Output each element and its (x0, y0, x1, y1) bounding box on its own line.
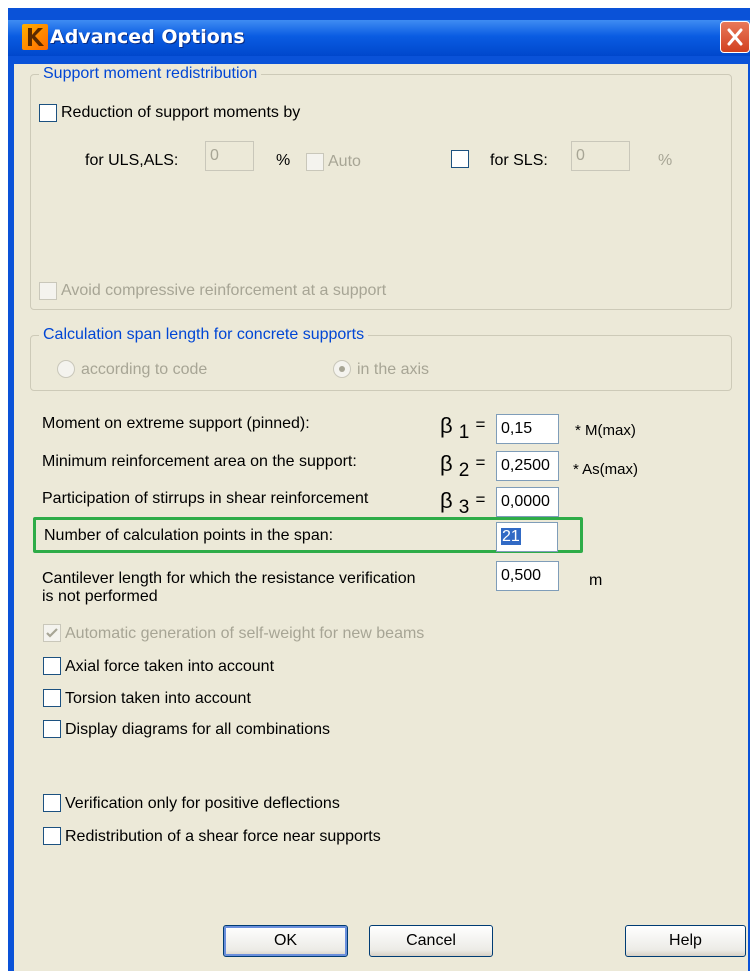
cancel-button[interactable]: Cancel (369, 925, 493, 957)
beta3-sub: 3 (458, 497, 470, 518)
moment-extreme-support-label: Moment on extreme support (pinned): (42, 415, 310, 432)
min-reinforcement-label: Minimum reinforcement area on the suppor… (42, 453, 357, 470)
beta1-input[interactable]: 0,15 (496, 414, 559, 444)
beta2-symbol: β 2 = (440, 451, 485, 483)
cantilever-input[interactable]: 0,500 (496, 561, 559, 591)
radio-according-to-code-label: according to code (81, 361, 208, 378)
selfweight-checkbox[interactable] (43, 624, 61, 642)
uls-label: for ULS,ALS: (85, 152, 179, 169)
beta1-char: β (440, 413, 453, 438)
span-length-group-legend: Calculation span length for concrete sup… (39, 326, 369, 344)
sls-unit: % (658, 152, 673, 169)
cantilever-label: Cantilever length for which the resistan… (42, 570, 416, 587)
sls-checkbox[interactable] (451, 150, 469, 168)
beta1-sub: 1 (458, 422, 470, 443)
beta2-unit: * As(max) (573, 461, 639, 478)
beta3-symbol: β 3 = (440, 488, 485, 520)
calc-points-value: 21 (501, 528, 521, 545)
stirrups-label: Participation of stirrups in shear reinf… (42, 490, 369, 507)
radio-in-the-axis[interactable] (333, 360, 351, 378)
verification-positive-checkbox[interactable] (43, 794, 61, 812)
checkmark-icon (46, 628, 58, 638)
help-button[interactable]: Help (625, 925, 746, 957)
beta3-eq: = (475, 490, 486, 509)
axial-force-label: Axial force taken into account (65, 658, 275, 675)
avoid-compressive-checkbox[interactable] (39, 282, 57, 300)
beta3-input[interactable]: 0,0000 (496, 487, 559, 517)
sls-input[interactable]: 0 (571, 141, 630, 171)
torsion-checkbox[interactable] (43, 689, 61, 707)
beta1-unit: * M(max) (575, 422, 636, 439)
uls-input[interactable]: 0 (205, 141, 254, 171)
reduction-checkbox[interactable] (39, 104, 57, 122)
cantilever-unit: m (589, 572, 603, 589)
display-diagrams-label: Display diagrams for all combinations (65, 721, 330, 738)
reduction-label: Reduction of support moments by (61, 104, 301, 121)
selfweight-label: Automatic generation of self-weight for … (65, 625, 425, 642)
sls-label: for SLS: (490, 152, 548, 169)
auto-label: Auto (328, 153, 361, 170)
redistribution-shear-checkbox[interactable] (43, 827, 61, 845)
redistribution-shear-label: Redistribution of a shear force near sup… (65, 828, 381, 845)
support-moment-group-legend: Support moment redistribution (39, 65, 262, 83)
dialog-body: Support moment redistribution Reduction … (14, 64, 748, 971)
uls-unit: % (276, 152, 291, 169)
beta1-symbol: β 1 = (440, 413, 485, 445)
title-bar[interactable]: Advanced Options (8, 20, 750, 56)
display-diagrams-checkbox[interactable] (43, 720, 61, 738)
beta1-eq: = (475, 415, 486, 434)
dialog-window: Advanced Options Support moment redistri… (8, 8, 750, 971)
app-logo-icon (22, 24, 48, 50)
avoid-compressive-label: Avoid compressive reinforcement at a sup… (61, 282, 387, 299)
close-icon (727, 28, 743, 46)
radio-in-the-axis-label: in the axis (357, 361, 430, 378)
radio-selected-dot (339, 366, 345, 372)
auto-checkbox[interactable] (306, 153, 324, 171)
window-title: Advanced Options (50, 26, 245, 48)
beta3-char: β (440, 488, 453, 513)
calc-points-label: Number of calculation points in the span… (44, 527, 334, 544)
axial-force-checkbox[interactable] (43, 657, 61, 675)
beta2-eq: = (475, 453, 486, 472)
close-button[interactable] (720, 21, 750, 53)
cantilever-label-line2: is not performed (42, 588, 158, 605)
verification-positive-label: Verification only for positive deflectio… (65, 795, 340, 812)
beta2-sub: 2 (458, 460, 470, 481)
torsion-label: Torsion taken into account (65, 690, 251, 707)
beta2-char: β (440, 451, 453, 476)
ok-button[interactable]: OK (223, 925, 348, 957)
calc-points-input[interactable]: 21 (496, 522, 558, 552)
radio-according-to-code[interactable] (57, 360, 75, 378)
beta2-input[interactable]: 0,2500 (496, 451, 559, 481)
